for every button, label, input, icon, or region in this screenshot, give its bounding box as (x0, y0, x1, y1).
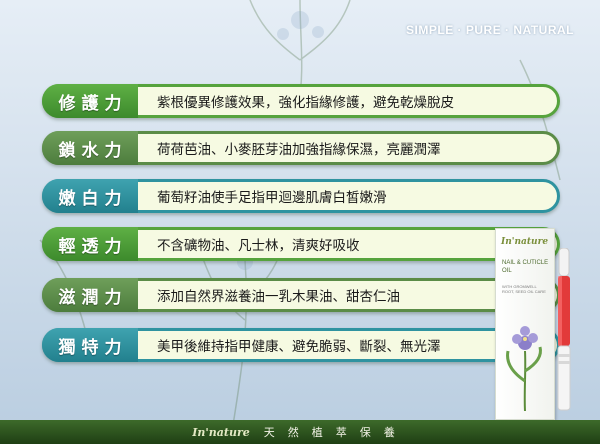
feature-row-whitening: 嫩白力 葡萄籽油使手足指甲迴邊肌膚白皙嫩滑 (42, 179, 560, 213)
product-subtitle: WITH GROMWELL ROOT, SEED OIL CARE (502, 284, 546, 294)
flower-illustration (506, 326, 542, 411)
footer-brand: In'nature (192, 425, 250, 439)
feature-title: 鎖水力 (42, 131, 138, 165)
feature-title: 輕透力 (42, 227, 138, 261)
feature-description: 添加自然界滋養油一乳木果油、甜杏仁油 (157, 289, 400, 305)
product-image: In'nature NAIL & CUTICLE OIL WITH GROMWE… (495, 228, 585, 420)
cuticle-pen (557, 248, 571, 411)
product-box: In'nature NAIL & CUTICLE OIL WITH GROMWE… (495, 228, 555, 420)
feature-description: 紫根優異修護效果，強化指緣修護，避免乾燥脫皮 (157, 95, 454, 111)
feature-description: 不含礦物油、凡士林，清爽好吸收 (157, 238, 360, 254)
feature-title: 獨特力 (42, 328, 138, 362)
brand-tagline: SIMPLE · PURE · NATURAL (406, 23, 574, 37)
feature-description: 美甲後維持指甲健康、避免脆弱、斷裂、無光澤 (157, 339, 441, 355)
footer-motto: 天然植萃保養 (263, 426, 408, 439)
feature-title: 滋潤力 (42, 278, 138, 312)
feature-row-moisture: 鎖水力 荷荷芭油、小麥胚芽油加強指緣保濕，亮麗潤澤 (42, 131, 560, 165)
footer-bar: In'nature 天然植萃保養 (0, 420, 600, 444)
feature-title: 嫩白力 (42, 179, 138, 213)
feature-row-unique: 獨特力 美甲後維持指甲健康、避免脆弱、斷裂、無光澤 (42, 328, 560, 362)
feature-description: 葡萄籽油使手足指甲迴邊肌膚白皙嫩滑 (157, 190, 387, 206)
feature-row-repair: 修護力 紫根優異修護效果，強化指緣修護，避免乾燥脫皮 (42, 84, 560, 118)
feature-description: 荷荷芭油、小麥胚芽油加強指緣保濕，亮麗潤澤 (157, 142, 441, 158)
feature-row-light: 輕透力 不含礦物油、凡士林，清爽好吸收 (42, 227, 560, 261)
feature-title: 修護力 (42, 84, 138, 118)
product-title: NAIL & CUTICLE OIL (502, 260, 549, 274)
feature-row-nourish: 滋潤力 添加自然界滋養油一乳木果油、甜杏仁油 (42, 278, 560, 312)
product-brand: In'nature (501, 237, 549, 247)
